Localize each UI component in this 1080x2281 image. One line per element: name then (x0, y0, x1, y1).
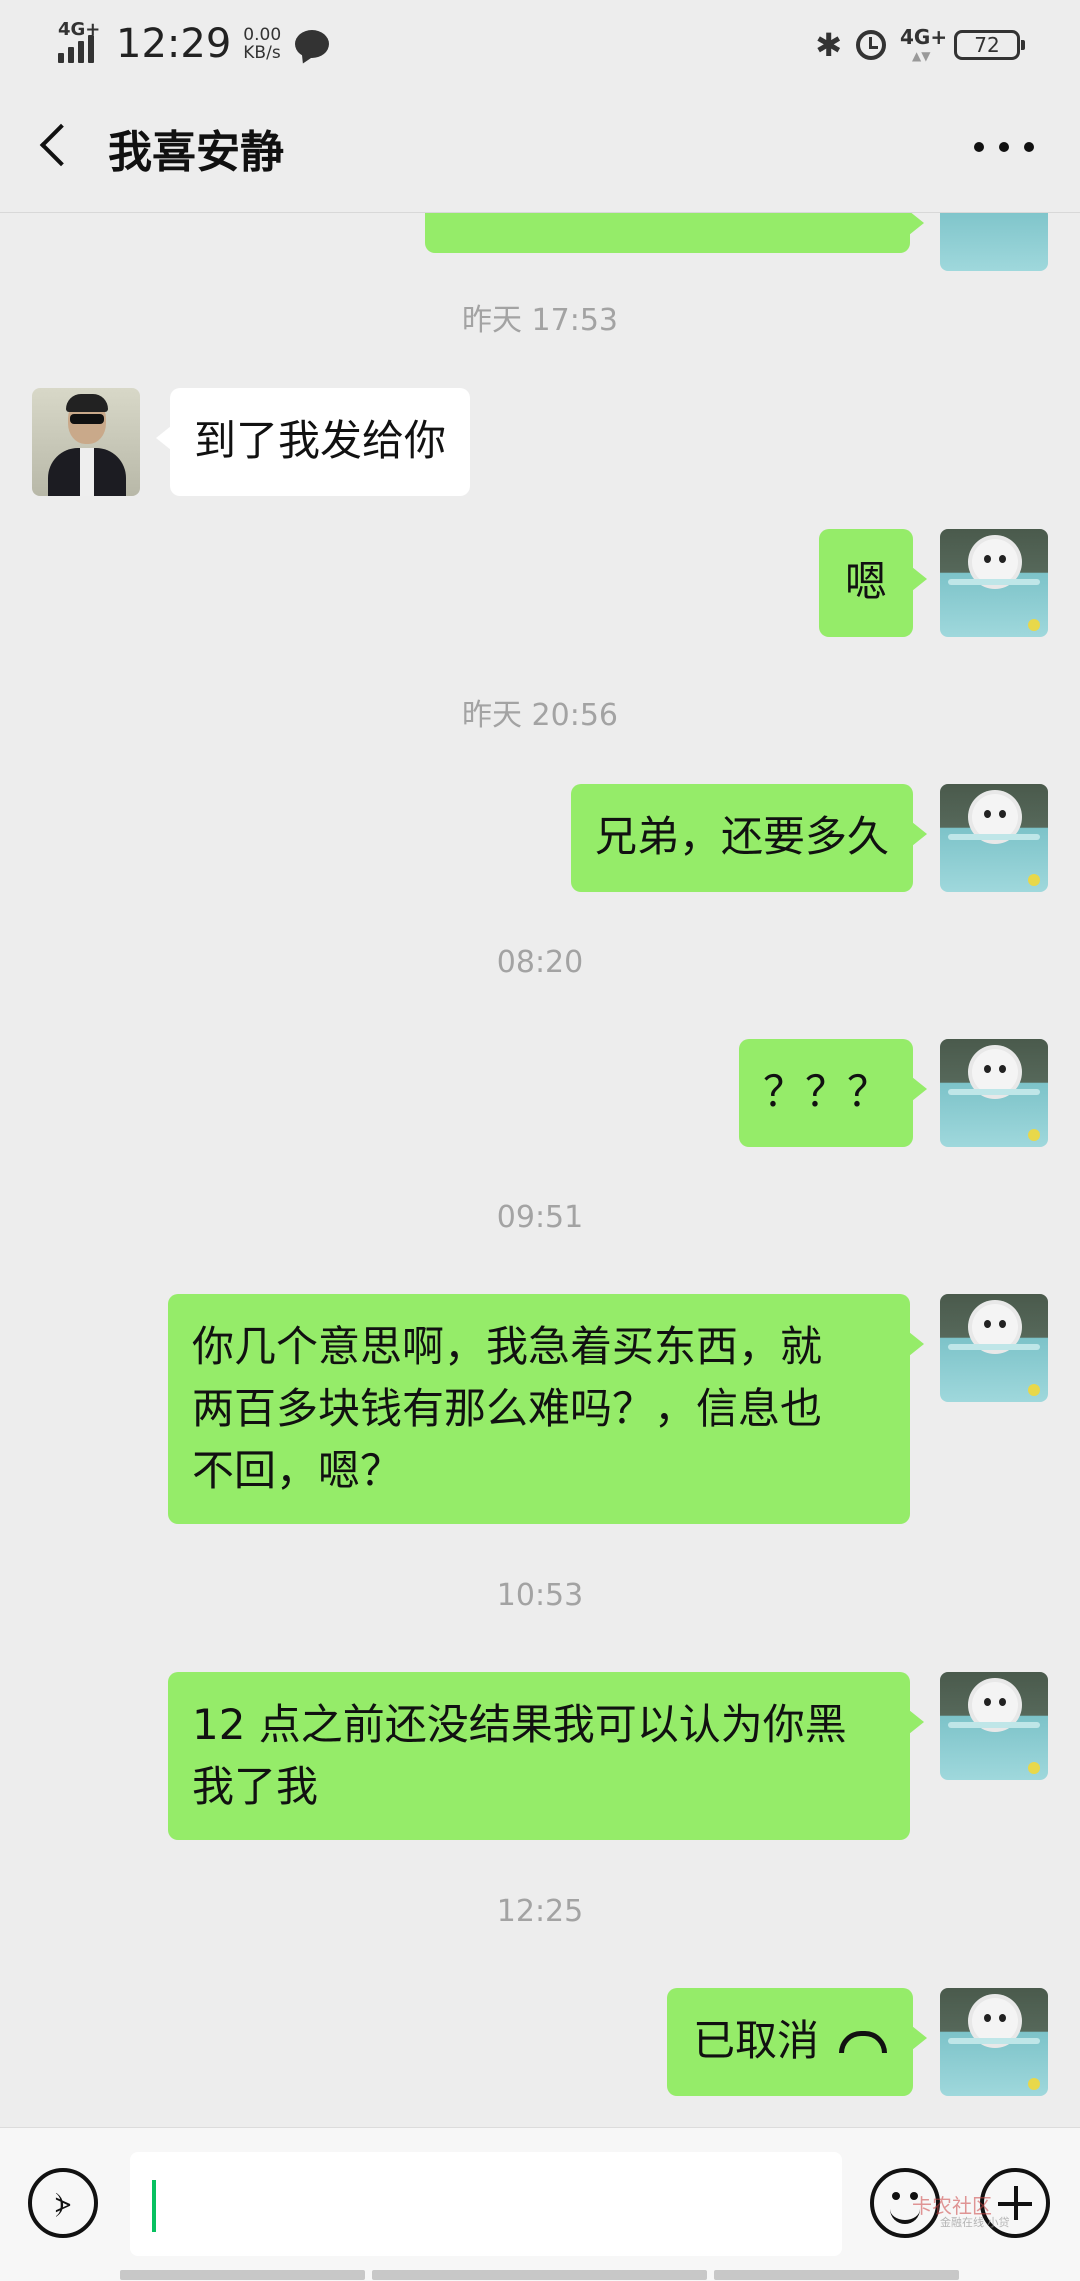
battery-level: 72 (974, 33, 1000, 57)
watermark-subtitle: 金融在线 小贷 (940, 2216, 1010, 2229)
network-speed: 0.00 KB/s (243, 25, 282, 63)
my-avatar[interactable] (940, 784, 1048, 892)
chat-notification-icon (295, 30, 330, 58)
message-bubble-outgoing[interactable]: 你几个意思啊，我急着买东西，就 两百多块钱有那么难吗？，信息也 不回，嗯？ (168, 1294, 924, 1524)
nav-hint-bar (372, 2270, 707, 2280)
my-avatar[interactable] (940, 1294, 1048, 1402)
message-list[interactable]: 昨天 17:53 到了我发给你 嗯 昨天 20:56 兄弟，还要多久 08:20… (0, 213, 1080, 2127)
my-avatar[interactable] (940, 1988, 1048, 2096)
signal-icon: 4G+ (58, 19, 104, 67)
message-bubble-outgoing[interactable]: 兄弟，还要多久 (570, 784, 928, 892)
timestamp: 08:20 (496, 945, 584, 980)
status-time: 12:29 (116, 21, 232, 67)
message-bubble-outgoing[interactable]: ？？？ (738, 1039, 928, 1147)
timestamp: 10:53 (496, 1578, 584, 1613)
timestamp: 09:51 (496, 1200, 584, 1235)
chat-title: 我喜安静 (108, 127, 284, 178)
back-icon[interactable] (32, 122, 80, 170)
my-avatar[interactable] (940, 1039, 1048, 1147)
message-bubble-outgoing[interactable]: 12 点之前还没结果我可以认为你黑 我了我 (168, 1672, 924, 1840)
call-ended-icon (839, 2030, 887, 2053)
mobile-network-icon: 4G+ ▲▼ (900, 25, 948, 63)
message-bubble-partial[interactable] (425, 213, 924, 253)
timestamp: 12:25 (496, 1894, 584, 1929)
chat-header: 我喜安静 (0, 82, 1080, 213)
my-avatar[interactable] (940, 213, 1048, 271)
message-bubble-outgoing[interactable]: 嗯 (818, 529, 928, 637)
message-input[interactable] (130, 2152, 842, 2256)
bluetooth-icon: ✱ (815, 26, 842, 64)
nav-hint-bar (120, 2270, 365, 2280)
voice-icon[interactable]: ⦔ (28, 2168, 98, 2238)
alarm-icon (856, 30, 886, 60)
nav-hint-bar (714, 2270, 959, 2280)
more-icon[interactable] (974, 132, 1034, 162)
call-cancelled-bubble[interactable]: 已取消 (666, 1988, 928, 2096)
my-avatar[interactable] (940, 1672, 1048, 1780)
my-avatar[interactable] (940, 529, 1048, 637)
message-bubble-incoming[interactable]: 到了我发给你 (155, 388, 471, 496)
status-bar: 4G+ 12:29 0.00 KB/s ✱ 4G+ ▲▼ 72 (0, 0, 1080, 82)
battery-icon: 72 (954, 30, 1025, 60)
input-bar: ⦔ 卡农社区 金融在线 小贷 (0, 2127, 1080, 2281)
contact-avatar[interactable] (32, 388, 140, 496)
timestamp: 昨天 20:56 (462, 698, 618, 733)
timestamp: 昨天 17:53 (462, 303, 618, 338)
text-caret (152, 2180, 156, 2232)
